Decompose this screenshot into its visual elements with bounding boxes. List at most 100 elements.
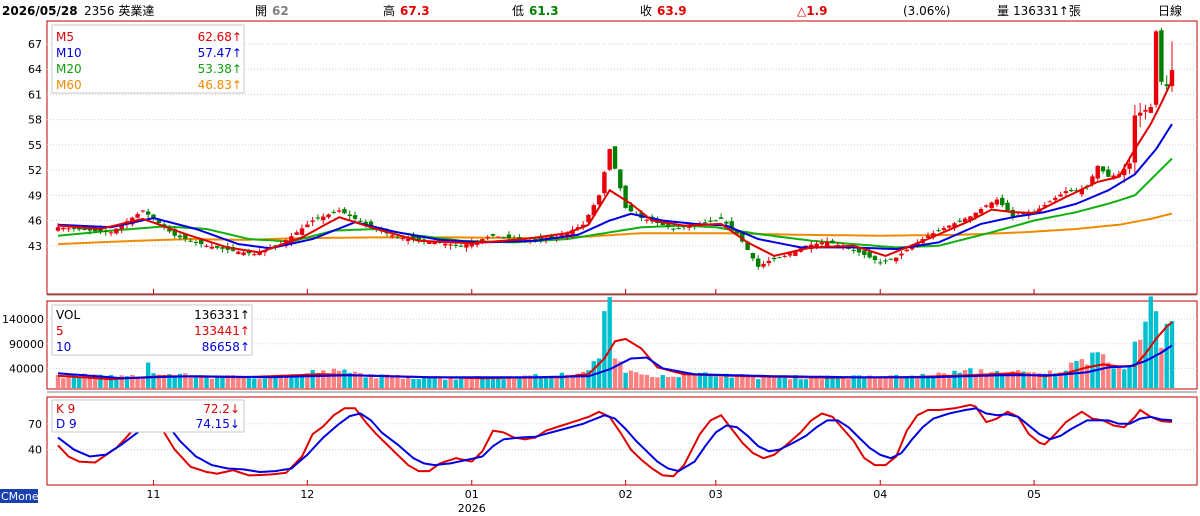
header-open-label: 開	[255, 4, 267, 18]
header-period: 日線	[1158, 3, 1182, 18]
volume-bar	[193, 376, 199, 388]
volume-bar	[559, 372, 565, 388]
volume-bar	[331, 368, 337, 388]
volume-legend: VOL 136331↑ 5 133441↑ 10 86658↑	[51, 304, 253, 356]
volume-bar	[321, 370, 326, 388]
volume-bar	[517, 378, 522, 388]
header-change: △1.9	[797, 4, 828, 18]
legend-m10-value: 57.47↑	[198, 46, 242, 60]
volume-bar	[1074, 361, 1079, 388]
volume-bar	[549, 377, 554, 388]
x-tick-label: 03	[709, 488, 723, 501]
volume-bar	[1127, 365, 1132, 388]
volume-bar	[952, 370, 957, 388]
candle-body	[241, 252, 246, 256]
price-tick-label: 58	[28, 114, 42, 127]
candle-body	[936, 230, 941, 232]
price-tick-label: 46	[28, 215, 42, 228]
legend-k-value: 72.2↓	[203, 402, 240, 416]
volume-bar	[405, 377, 411, 388]
candle-body	[904, 249, 909, 252]
header-stock: 2356 英業達	[84, 4, 154, 18]
candle-body	[114, 228, 119, 234]
volume-bar	[204, 376, 209, 388]
volume-bar	[538, 377, 543, 388]
candle-body	[448, 244, 453, 246]
candle-body	[1143, 109, 1148, 112]
volume-bar	[289, 377, 294, 388]
candle-body	[989, 202, 994, 208]
volume-bar	[819, 379, 825, 388]
volume-bar	[787, 379, 793, 388]
volume-bar	[803, 379, 809, 388]
candle-body	[756, 258, 761, 267]
candle-body	[750, 253, 756, 259]
price-legend: M5 62.68↑ M10 57.47↑ M20 53.38↑ M60 46.8…	[51, 24, 245, 94]
candle-body	[957, 220, 963, 222]
candle-body	[1106, 169, 1111, 177]
candle-body	[464, 244, 469, 248]
price-tick-label: 52	[28, 164, 42, 177]
candle-body	[1058, 194, 1063, 197]
volume-bar	[692, 373, 697, 388]
volume-bar	[294, 375, 299, 388]
candle-body	[782, 255, 787, 257]
legend-m60-name: M60	[56, 78, 82, 92]
candle-body	[607, 149, 612, 170]
candle-body	[1148, 107, 1153, 113]
candle-body	[830, 240, 835, 244]
x-tick-label: 04	[873, 488, 887, 501]
header-high-label: 高	[383, 3, 395, 18]
candle-body	[71, 228, 77, 230]
x-tick-label: 01	[465, 488, 479, 501]
candle-body	[204, 245, 209, 247]
candle-body	[867, 251, 872, 258]
volume-bar	[188, 377, 193, 388]
candle-body	[145, 211, 151, 215]
x-axis-ticks: 11 12 01 02 03 04 05 2026	[146, 488, 1041, 515]
volume-bar	[649, 377, 655, 388]
volume-bar	[469, 379, 474, 388]
candle-body	[358, 220, 363, 222]
volume-bar	[777, 376, 782, 388]
candle-body	[506, 234, 512, 239]
candle-body	[294, 232, 299, 235]
candle-body	[851, 249, 856, 251]
volume-bar	[1100, 354, 1106, 388]
legend-m20-value: 53.38↑	[198, 62, 242, 76]
price-tick-label: 61	[28, 88, 42, 101]
candle-body	[326, 214, 331, 218]
candle-body	[724, 221, 729, 224]
candle-body	[177, 235, 183, 238]
volume-bar	[421, 377, 427, 388]
stock-chart: 2026/05/28 2356 英業達 開 62 高 67.3 低 61.3 收…	[0, 3, 1198, 515]
candle-body	[777, 257, 782, 259]
volume-bar	[756, 379, 761, 388]
volume-bar	[766, 377, 772, 388]
candle-body	[108, 232, 114, 234]
candle-body	[1100, 166, 1106, 172]
price-tick-label: 43	[28, 240, 42, 253]
volume-tick-label: 40000	[9, 362, 44, 375]
volume-bar	[771, 376, 777, 388]
candle-body	[55, 227, 61, 231]
candle-body	[941, 228, 947, 230]
volume-bar	[512, 378, 517, 388]
volume-bar	[750, 376, 756, 388]
x-tick-label: 02	[619, 488, 633, 501]
legend-d-name: D 9	[56, 417, 77, 431]
candle-body	[458, 245, 464, 247]
candle-body	[485, 237, 490, 239]
candle-body	[395, 237, 400, 239]
volume-bar	[246, 376, 252, 388]
ma10-line	[57, 123, 1173, 251]
candle-body	[490, 234, 496, 236]
volume-bar	[453, 379, 459, 388]
volume-bar	[273, 377, 278, 388]
volume-bar	[1047, 370, 1053, 388]
candle-body	[771, 257, 777, 260]
candle-body	[766, 260, 772, 264]
legend-m20-name: M20	[56, 62, 82, 76]
volume-bar	[628, 370, 634, 388]
volume-bar	[671, 376, 676, 388]
